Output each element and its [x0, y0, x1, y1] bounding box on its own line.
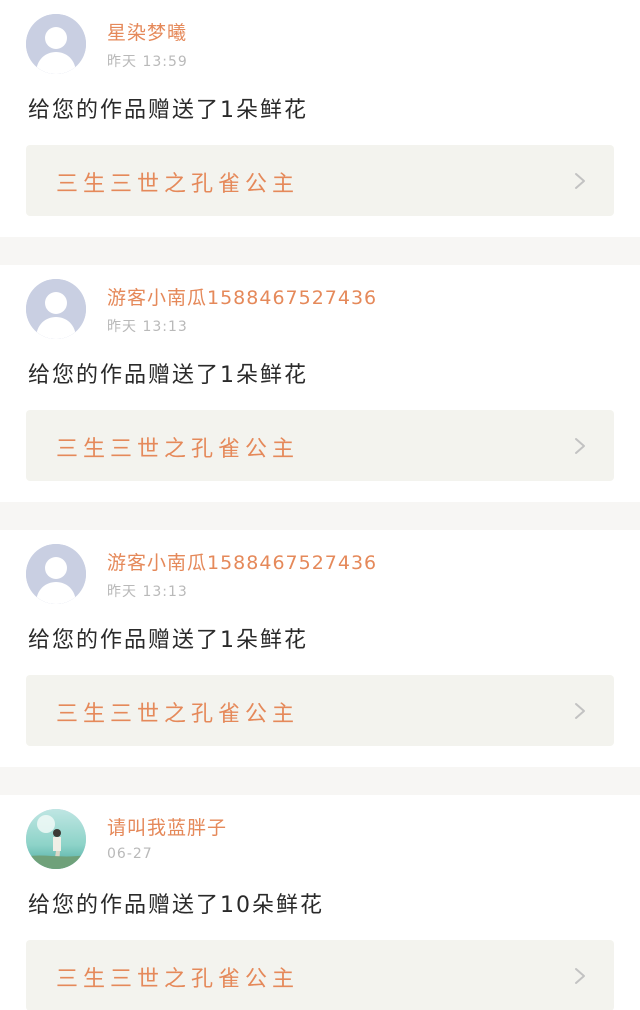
- notification-header: 星染梦曦 昨天 13:59: [26, 14, 614, 74]
- gift-message: 给您的作品赠送了1朵鲜花: [28, 98, 308, 123]
- notification-header: 游客小南瓜15884675274​36 昨天 13:13: [26, 279, 614, 339]
- timestamp: 06-27: [107, 846, 153, 862]
- notification-card: 请叫我蓝胖子 06-27 给您的作品赠送了10朵鲜花 三生三世之孔雀公主: [0, 795, 640, 1010]
- chevron-right-icon: [575, 173, 585, 189]
- gift-message: 给您的作品赠送了10朵鲜花: [28, 893, 324, 918]
- book-link[interactable]: 三生三世之孔雀公主: [26, 675, 614, 746]
- photo-avatar: [26, 809, 86, 869]
- book-title: 三生三世之孔雀公主: [56, 172, 300, 197]
- timestamp: 昨天 13:13: [107, 319, 188, 335]
- gift-message: 给您的作品赠送了1朵鲜花: [28, 363, 308, 388]
- chevron-right-icon: [575, 703, 585, 719]
- book-link[interactable]: 三生三世之孔雀公主: [26, 145, 614, 216]
- gift-message: 给您的作品赠送了1朵鲜花: [28, 628, 308, 653]
- notification-card: 游客小南瓜15884675274​36 昨天 13:13 给您的作品赠送了1朵鲜…: [0, 530, 640, 767]
- avatar[interactable]: [26, 279, 86, 339]
- book-title: 三生三世之孔雀公主: [56, 967, 300, 992]
- notification-feed: 星染梦曦 昨天 13:59 给您的作品赠送了1朵鲜花 三生三世之孔雀公主 游客小…: [0, 0, 640, 1010]
- timestamp: 昨天 13:13: [107, 584, 188, 600]
- book-link[interactable]: 三生三世之孔雀公主: [26, 940, 614, 1010]
- chevron-right-icon: [575, 438, 585, 454]
- book-link[interactable]: 三生三世之孔雀公主: [26, 410, 614, 481]
- book-title: 三生三世之孔雀公主: [56, 702, 300, 727]
- username[interactable]: 请叫我蓝胖子: [107, 813, 227, 840]
- avatar[interactable]: [26, 544, 86, 604]
- chevron-right-icon: [575, 968, 585, 984]
- avatar[interactable]: [26, 809, 86, 869]
- notification-card: 游客小南瓜15884675274​36 昨天 13:13 给您的作品赠送了1朵鲜…: [0, 265, 640, 502]
- notification-header: 游客小南瓜15884675274​36 昨天 13:13: [26, 544, 614, 604]
- book-title: 三生三世之孔雀公主: [56, 437, 300, 462]
- username[interactable]: 游客小南瓜15884675274​36: [107, 283, 377, 310]
- notification-header: 请叫我蓝胖子 06-27: [26, 809, 614, 869]
- username[interactable]: 游客小南瓜15884675274​36: [107, 548, 377, 575]
- avatar[interactable]: [26, 14, 86, 74]
- username[interactable]: 星染梦曦: [107, 18, 187, 45]
- default-avatar-icon: [26, 279, 86, 339]
- default-avatar-icon: [26, 544, 86, 604]
- timestamp: 昨天 13:59: [107, 54, 188, 70]
- notification-card: 星染梦曦 昨天 13:59 给您的作品赠送了1朵鲜花 三生三世之孔雀公主: [0, 0, 640, 237]
- default-avatar-icon: [26, 14, 86, 74]
